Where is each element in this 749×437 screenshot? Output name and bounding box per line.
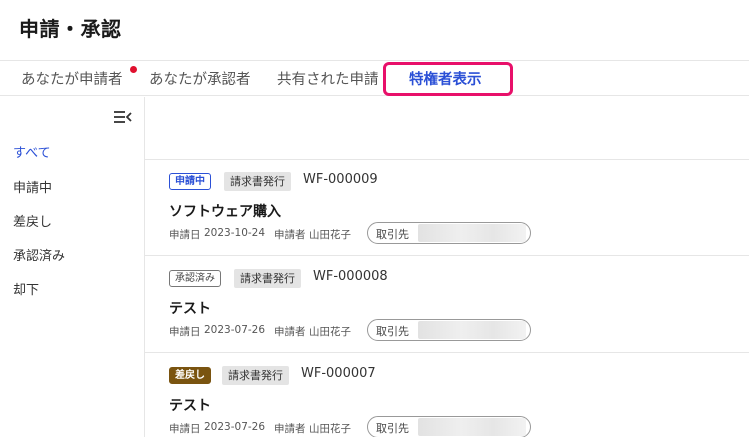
- applicant-label: 申請者: [274, 423, 306, 435]
- partner-name-redacted: [418, 224, 526, 242]
- partner-label: 取引先: [376, 228, 409, 241]
- category-tag: 請求書発行: [234, 269, 301, 288]
- status-badge: 申請中: [169, 173, 211, 190]
- active-tab-highlight: [383, 62, 513, 96]
- partner-chip: 取引先: [367, 416, 531, 437]
- workflow-id: WF-000008: [313, 269, 388, 284]
- tab-label: 共有された申請: [277, 72, 379, 88]
- category-tag: 請求書発行: [224, 172, 291, 191]
- request-title: テスト: [169, 301, 211, 317]
- request-date: 2023-07-26: [204, 421, 266, 433]
- status-sidebar: すべて 申請中 差戻し 承認済み 却下: [0, 97, 145, 437]
- notification-dot-icon: [130, 66, 137, 73]
- tab-bar: あなたが申請者 あなたが承認者 共有された申請 特権者表示: [0, 60, 749, 96]
- request-date: 2023-10-24: [204, 227, 266, 239]
- applicant-name: 山田花子: [309, 229, 351, 241]
- workflow-id: WF-000007: [301, 366, 376, 381]
- partner-chip: 取引先: [367, 222, 531, 244]
- page-title: 申請・承認: [19, 17, 122, 41]
- partner-name-redacted: [418, 321, 526, 339]
- request-card[interactable]: 承認済み 請求書発行 WF-000008 テスト 申請日 2023-07-26 …: [145, 257, 749, 353]
- partner-label: 取引先: [376, 422, 409, 435]
- request-list: 申請中 請求書発行 WF-000009 ソフトウェア購入 申請日 2023-10…: [145, 159, 749, 437]
- applicant-name: 山田花子: [309, 326, 351, 338]
- sidebar-item-rejected[interactable]: 却下: [13, 279, 39, 298]
- request-card[interactable]: 差戻し 請求書発行 WF-000007 テスト 申請日 2023-07-26 申…: [145, 354, 749, 437]
- date-label: 申請日: [169, 326, 201, 338]
- request-title: ソフトウェア購入: [169, 204, 281, 220]
- status-badge: 承認済み: [169, 270, 221, 287]
- workflow-id: WF-000009: [303, 172, 378, 187]
- applicant-label: 申請者: [274, 326, 306, 338]
- date-label: 申請日: [169, 423, 201, 435]
- partner-chip: 取引先: [367, 319, 531, 341]
- tab-label: あなたが申請者: [21, 72, 123, 88]
- sidebar-item-applying[interactable]: 申請中: [13, 177, 52, 196]
- tab-as-applicant[interactable]: あなたが申請者: [21, 68, 123, 89]
- request-title: テスト: [169, 398, 211, 414]
- partner-name-redacted: [418, 418, 526, 436]
- sidebar-item-approved[interactable]: 承認済み: [13, 245, 65, 264]
- applicant-label: 申請者: [274, 229, 306, 241]
- sidebar-item-all[interactable]: すべて: [13, 142, 51, 161]
- date-label: 申請日: [169, 229, 201, 241]
- tab-shared[interactable]: 共有された申請: [277, 68, 379, 89]
- tab-label: あなたが承認者: [149, 72, 251, 88]
- category-tag: 請求書発行: [222, 366, 289, 385]
- request-date: 2023-07-26: [204, 324, 266, 336]
- request-card[interactable]: 申請中 請求書発行 WF-000009 ソフトウェア購入 申請日 2023-10…: [145, 160, 749, 256]
- status-badge: 差戻し: [169, 367, 211, 384]
- tab-as-approver[interactable]: あなたが承認者: [149, 68, 251, 89]
- sidebar-collapse-icon[interactable]: [113, 109, 133, 125]
- partner-label: 取引先: [376, 325, 409, 338]
- applicant-name: 山田花子: [309, 423, 351, 435]
- sidebar-item-returned[interactable]: 差戻し: [13, 211, 52, 230]
